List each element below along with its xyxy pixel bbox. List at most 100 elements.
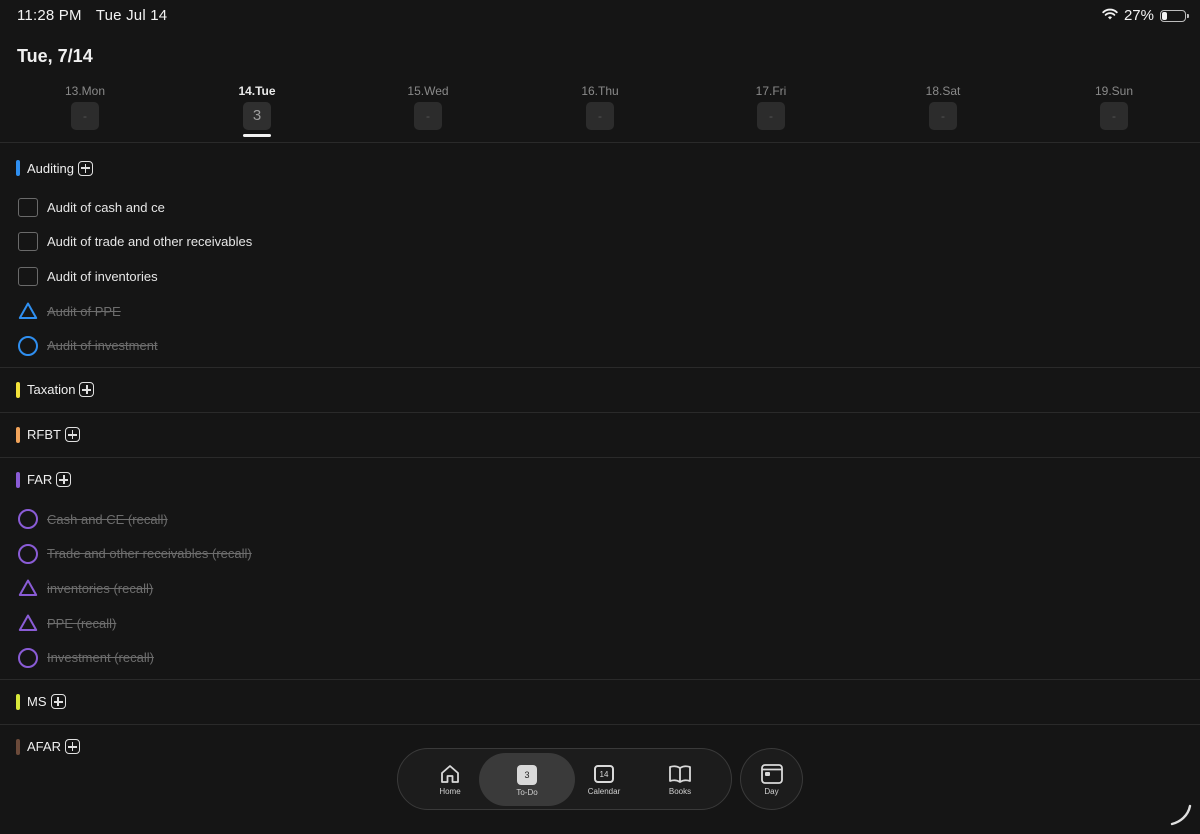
task-item[interactable]: Cash and CE (recall) xyxy=(0,502,1200,537)
add-task-icon[interactable] xyxy=(77,160,93,176)
todo-icon: 3 xyxy=(515,764,539,786)
day-count-badge: - xyxy=(586,102,614,130)
status-date: Tue Jul 14 xyxy=(95,7,168,24)
task-label: inventories (recall) xyxy=(47,580,154,596)
window-icon xyxy=(760,763,784,785)
checkbox-icon[interactable] xyxy=(18,266,38,286)
tab-books-label: Books xyxy=(668,787,692,796)
category-name: MS xyxy=(27,694,47,710)
task-item[interactable]: Trade and other receivables (recall) xyxy=(0,537,1200,572)
category-color-bar xyxy=(16,738,20,755)
day-count-badge: - xyxy=(1100,102,1128,130)
calendar-icon: 14 xyxy=(592,763,616,785)
category-name: RFBT xyxy=(27,427,61,443)
task-item[interactable]: Audit of PPE xyxy=(0,294,1200,329)
category-far: FAR Cash and CE (recall) Trade and other r… xyxy=(0,458,1200,680)
task-item[interactable]: PPE (recall) xyxy=(0,606,1200,641)
day-count-badge: - xyxy=(414,102,442,130)
task-item[interactable]: Audit of investment xyxy=(0,328,1200,363)
category-header: Auditing xyxy=(0,146,1200,190)
task-label: Investment (recall) xyxy=(47,650,154,666)
task-label: Audit of cash and ce xyxy=(47,199,165,215)
day-19-sun[interactable]: 19.Sun - xyxy=(1054,84,1174,130)
add-task-icon[interactable] xyxy=(79,382,95,398)
day-view-button[interactable]: Day xyxy=(740,748,803,810)
checkbox-icon[interactable] xyxy=(18,232,38,252)
day-13-mon[interactable]: 13.Mon - xyxy=(25,84,145,130)
category-taxation: Taxation xyxy=(0,368,1200,413)
tab-bar: Home 3 To-Do 14 Calendar Books xyxy=(397,748,732,810)
triangle-status-icon[interactable] xyxy=(18,578,38,598)
selected-day-indicator xyxy=(243,134,271,137)
circle-status-icon[interactable] xyxy=(18,509,38,530)
add-task-icon[interactable] xyxy=(64,739,80,755)
task-label: Audit of PPE xyxy=(47,303,121,319)
day-label: 14.Tue xyxy=(238,84,276,98)
status-bar: 11:28 PM Tue Jul 14 27% xyxy=(0,0,1200,34)
task-label: Cash and CE (recall) xyxy=(47,511,168,527)
day-17-fri[interactable]: 17.Fri - xyxy=(711,84,831,130)
task-label: PPE (recall) xyxy=(47,615,117,631)
circle-status-icon[interactable] xyxy=(18,335,38,356)
task-label: Audit of trade and other receivables xyxy=(47,234,253,250)
task-item[interactable]: Audit of trade and other receivables xyxy=(0,225,1200,260)
day-label: 16.Thu xyxy=(581,84,619,98)
day-label: 18.Sat xyxy=(925,84,961,98)
book-icon xyxy=(668,763,692,785)
category-header: Taxation xyxy=(0,368,1200,412)
category-auditing: Auditing Audit of cash and ce Audit of tra… xyxy=(0,146,1200,368)
tab-books[interactable]: Books xyxy=(634,749,726,809)
category-color-bar xyxy=(16,381,20,398)
day-count-badge: - xyxy=(71,102,99,130)
day-label: 15.Wed xyxy=(407,84,449,98)
task-item[interactable]: Audit of inventories xyxy=(0,259,1200,294)
task-item[interactable]: Investment (recall) xyxy=(0,640,1200,675)
add-task-icon[interactable] xyxy=(56,472,72,488)
task-label: Audit of investment xyxy=(47,338,158,354)
battery-icon xyxy=(1160,9,1189,22)
circle-status-icon[interactable] xyxy=(18,647,38,668)
task-label: Trade and other receivables (recall) xyxy=(47,546,252,562)
category-spacer xyxy=(0,363,1200,367)
status-time: 11:28 PM xyxy=(17,7,82,24)
triangle-status-icon[interactable] xyxy=(18,301,38,321)
day-button-label: Day xyxy=(764,787,779,796)
category-color-bar xyxy=(16,693,20,710)
battery-percent: 27% xyxy=(1123,7,1154,24)
task-item[interactable]: inventories (recall) xyxy=(0,571,1200,606)
category-name: FAR xyxy=(27,472,53,488)
category-name: Auditing xyxy=(27,160,74,176)
category-color-bar xyxy=(16,160,20,176)
add-task-icon[interactable] xyxy=(64,427,80,443)
category-spacer xyxy=(0,675,1200,679)
week-strip: 13.Mon -14.Tue 3 15.Wed -16.Thu -17.Fri -18.Sa… xyxy=(0,84,1200,143)
status-right: 27% xyxy=(1102,7,1189,24)
resize-handle-icon[interactable] xyxy=(1170,804,1192,826)
todo-count-badge: 3 xyxy=(517,765,537,785)
category-ms: MS xyxy=(0,680,1200,725)
circle-status-icon[interactable] xyxy=(18,543,38,564)
add-task-icon[interactable] xyxy=(50,694,66,710)
category-header: RFBT xyxy=(0,413,1200,457)
day-count-badge: 3 xyxy=(243,102,271,130)
category-header: MS xyxy=(0,680,1200,724)
task-label: Audit of inventories xyxy=(47,268,158,284)
home-icon xyxy=(438,763,462,785)
triangle-status-icon[interactable] xyxy=(18,613,38,633)
category-name: AFAR xyxy=(27,739,61,755)
day-count-badge: - xyxy=(929,102,957,130)
category-name: Taxation xyxy=(27,382,76,398)
task-item[interactable]: Audit of cash and ce xyxy=(0,190,1200,225)
category-color-bar xyxy=(16,471,20,488)
checkbox-icon[interactable] xyxy=(18,197,38,217)
day-count-badge: - xyxy=(757,102,785,130)
calendar-date-badge: 14 xyxy=(594,765,614,783)
wifi-icon xyxy=(1102,7,1118,24)
day-14-tue[interactable]: 14.Tue 3 xyxy=(197,84,317,137)
day-15-wed[interactable]: 15.Wed - xyxy=(368,84,488,130)
day-label: 13.Mon xyxy=(64,84,106,98)
task-list: Auditing Audit of cash and ce Audit of tra… xyxy=(0,146,1200,769)
day-18-sat[interactable]: 18.Sat - xyxy=(883,84,1003,130)
day-16-thu[interactable]: 16.Thu - xyxy=(540,84,660,130)
day-label: 19.Sun xyxy=(1094,84,1134,98)
